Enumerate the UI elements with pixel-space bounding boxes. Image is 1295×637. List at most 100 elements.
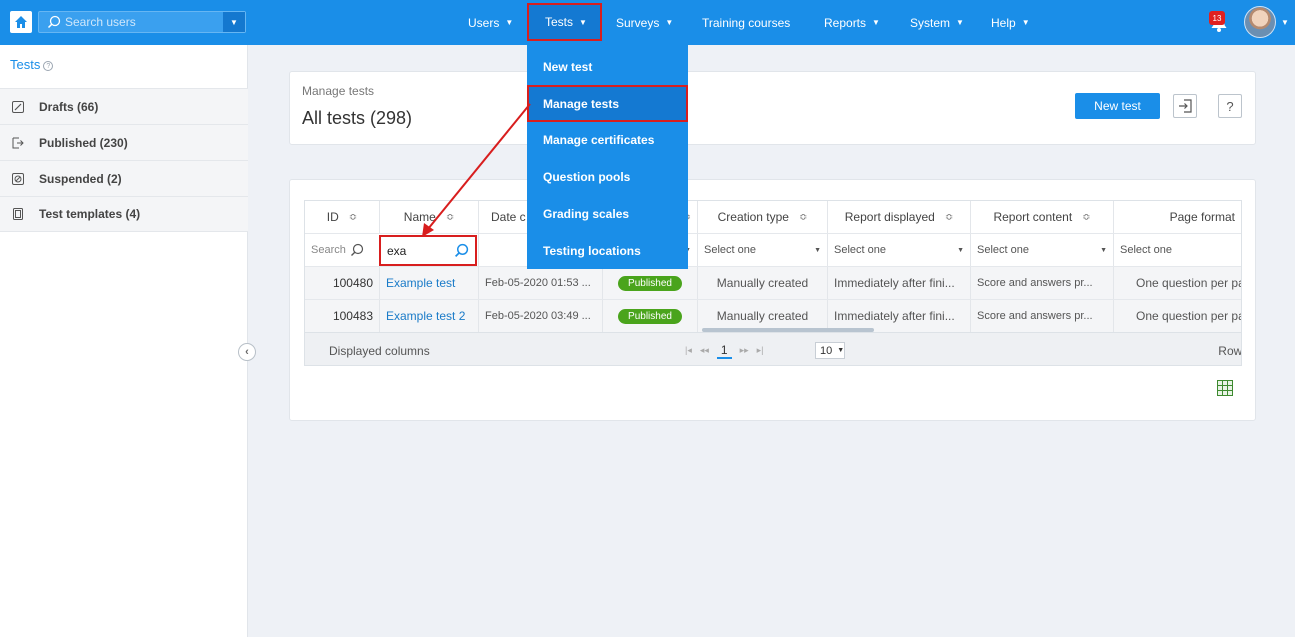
column-header-name[interactable]: Name ≎ bbox=[379, 201, 478, 233]
nav-help-label: Help bbox=[991, 15, 1016, 30]
first-page-icon[interactable]: |◂ bbox=[685, 345, 692, 356]
report-displayed-filter-select[interactable]: Select one ▼ bbox=[827, 234, 970, 266]
table-footer: Displayed columns |◂ ◂◂ 1 ▸▸ ▸| 10 ▼ Rows… bbox=[305, 332, 1241, 365]
tests-table-card: ID ≎ Name ≎ Date c ≎ Creation type ≎ Report… bbox=[289, 179, 1256, 421]
menu-item-grading-scales[interactable]: Grading scales bbox=[527, 195, 688, 232]
sidebar-item-published[interactable]: Published (230) bbox=[0, 124, 248, 160]
cell-id: 100483 bbox=[332, 309, 373, 323]
column-header-creation-type[interactable]: Creation type ≎ bbox=[697, 201, 827, 233]
column-header-label: Report content bbox=[993, 210, 1073, 224]
search-icon[interactable] bbox=[454, 243, 469, 258]
page-header-card: Manage tests All tests (298) New test ? bbox=[289, 71, 1256, 145]
next-page-icon[interactable]: ▸▸ bbox=[740, 345, 749, 356]
chevron-down-icon: ▼ bbox=[957, 246, 964, 254]
last-page-icon[interactable]: ▸| bbox=[757, 345, 764, 356]
page-size-value: 10 bbox=[820, 344, 833, 357]
template-icon bbox=[13, 208, 23, 220]
menu-item-manage-tests[interactable]: Manage tests bbox=[527, 85, 688, 122]
status-badge: Published bbox=[618, 308, 682, 324]
select-placeholder: Select one bbox=[1120, 244, 1172, 256]
table-filter-row: Search ▼ Select one ▼ Select one ▼ Select … bbox=[305, 233, 1241, 266]
sidebar-item-test-templates[interactable]: Test templates (4) bbox=[0, 196, 248, 232]
user-search-input[interactable] bbox=[65, 12, 215, 32]
sidebar-item-drafts[interactable]: Drafts (66) bbox=[0, 88, 248, 124]
status-badge: Published bbox=[618, 275, 682, 291]
nav-reports[interactable]: Reports ▼ bbox=[824, 0, 880, 45]
edit-icon bbox=[12, 100, 24, 113]
search-dropdown-button[interactable]: ▼ bbox=[223, 12, 245, 32]
sidebar: Tests? Drafts (66) Published (230) Suspe… bbox=[0, 45, 248, 637]
nav-tests[interactable]: Tests ▼ bbox=[527, 3, 602, 41]
nav-system-label: System bbox=[910, 15, 951, 30]
cell-date: Feb-05-2020 01:53 ... bbox=[478, 267, 602, 299]
column-header-page-format[interactable]: Page format bbox=[1113, 201, 1241, 233]
top-navigation-bar: ▼ Users ▼ Tests ▼ Surveys ▼ Training course… bbox=[0, 0, 1295, 45]
home-button[interactable] bbox=[10, 11, 32, 33]
nav-surveys[interactable]: Surveys ▼ bbox=[616, 0, 673, 45]
sort-icon: ≎ bbox=[944, 211, 954, 223]
chevron-down-icon: ▼ bbox=[872, 18, 880, 27]
export-excel-icon[interactable] bbox=[1217, 380, 1233, 396]
displayed-columns-link[interactable]: Displayed columns bbox=[329, 344, 430, 358]
suspend-icon bbox=[12, 172, 24, 185]
table-header-row: ID ≎ Name ≎ Date c ≎ Creation type ≎ Report… bbox=[305, 201, 1241, 233]
chevron-down-icon: ▼ bbox=[956, 18, 964, 27]
column-header-id[interactable]: ID ≎ bbox=[305, 201, 379, 233]
sort-icon: ≎ bbox=[445, 211, 455, 223]
sort-icon: ≎ bbox=[798, 211, 808, 223]
search-filter-label: Search bbox=[305, 234, 379, 266]
column-header-report-displayed[interactable]: Report displayed ≎ bbox=[827, 201, 970, 233]
new-test-button[interactable]: New test bbox=[1075, 93, 1160, 119]
creation-type-filter-select[interactable]: Select one ▼ bbox=[697, 234, 827, 266]
test-name-link[interactable]: Example test 2 bbox=[379, 300, 478, 332]
nav-training-courses[interactable]: Training courses bbox=[702, 0, 790, 45]
select-placeholder: Select one bbox=[704, 244, 756, 256]
user-avatar[interactable] bbox=[1244, 6, 1276, 38]
column-header-label: Report displayed bbox=[844, 210, 935, 224]
chevron-down-icon: ▼ bbox=[1021, 18, 1030, 27]
menu-item-testing-locations[interactable]: Testing locations bbox=[527, 232, 688, 269]
notification-count-badge: 13 bbox=[1209, 11, 1225, 25]
column-header-label: ID bbox=[326, 210, 339, 224]
menu-item-new-test[interactable]: New test bbox=[527, 48, 688, 85]
current-page[interactable]: 1 bbox=[716, 343, 732, 359]
notifications-button[interactable]: 13 bbox=[1209, 11, 1227, 32]
sort-icon: ≎ bbox=[348, 211, 358, 223]
import-icon bbox=[1179, 99, 1192, 113]
nav-surveys-label: Surveys bbox=[616, 15, 660, 30]
test-name-link[interactable]: Example test bbox=[379, 267, 478, 299]
select-placeholder: Select one bbox=[977, 244, 1029, 256]
collapse-sidebar-button[interactable]: ‹ bbox=[238, 343, 256, 361]
sidebar-item-label: Drafts (66) bbox=[39, 99, 99, 114]
cell-creation-type: Manually created bbox=[697, 267, 827, 299]
cell-report-content: Score and answers pr... bbox=[970, 300, 1113, 332]
menu-item-question-pools[interactable]: Question pools bbox=[527, 158, 688, 195]
cell-page-format: One question per pa bbox=[1113, 300, 1241, 332]
tests-dropdown-menu: New test Manage tests Manage certificate… bbox=[527, 45, 688, 269]
nav-system[interactable]: System ▼ bbox=[910, 0, 964, 45]
menu-item-manage-certificates[interactable]: Manage certificates bbox=[527, 121, 688, 158]
import-button[interactable] bbox=[1173, 94, 1197, 118]
report-content-filter-select[interactable]: Select one ▼ bbox=[970, 234, 1113, 266]
nav-help[interactable]: Help ▼ bbox=[991, 0, 1030, 45]
sidebar-item-suspended[interactable]: Suspended (2) bbox=[0, 160, 248, 196]
cell-report-content: Score and answers pr... bbox=[970, 267, 1113, 299]
page-format-filter-select[interactable]: Select one bbox=[1113, 234, 1241, 266]
sidebar-title-text: Tests bbox=[10, 57, 41, 72]
nav-users-label: Users bbox=[468, 15, 500, 30]
name-filter-input[interactable] bbox=[381, 237, 451, 264]
nav-users[interactable]: Users ▼ bbox=[468, 0, 513, 45]
chevron-left-icon: ‹ bbox=[245, 346, 249, 358]
previous-page-icon[interactable]: ◂◂ bbox=[700, 345, 709, 356]
table-row[interactable]: 100480 Example test Feb-05-2020 01:53 ..… bbox=[305, 266, 1241, 299]
page-size-select[interactable]: 10 ▼ bbox=[815, 342, 845, 359]
chevron-down-icon[interactable]: ▼ bbox=[1281, 18, 1289, 27]
search-label: Search bbox=[311, 244, 346, 256]
cell-id: 100480 bbox=[332, 276, 373, 290]
column-header-report-content[interactable]: Report content ≎ bbox=[970, 201, 1113, 233]
help-circle-icon[interactable]: ? bbox=[43, 61, 54, 71]
help-button[interactable]: ? bbox=[1218, 94, 1242, 118]
sort-icon: ≎ bbox=[1082, 211, 1091, 223]
chevron-down-icon: ▼ bbox=[837, 347, 845, 354]
cell-status: Published bbox=[602, 267, 697, 299]
